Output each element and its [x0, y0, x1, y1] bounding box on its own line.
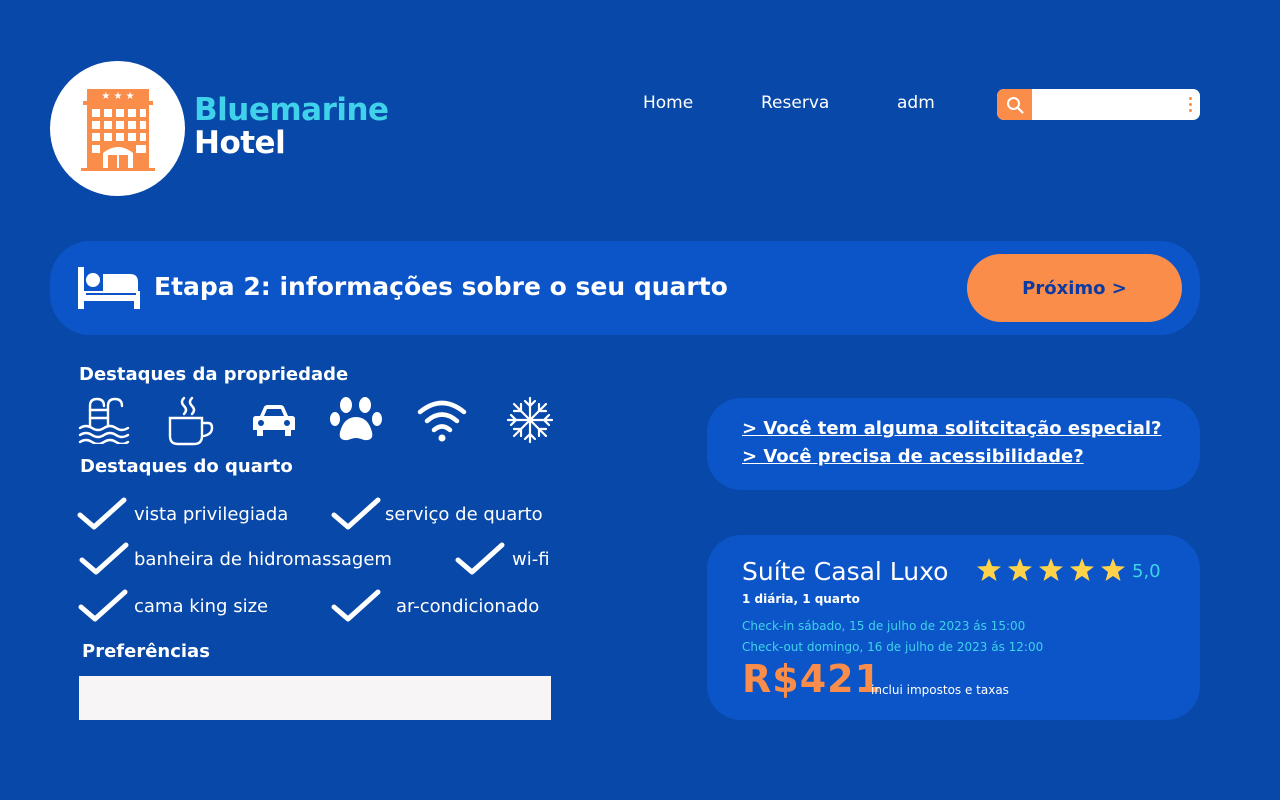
amenity-item: banheira de hidromassagem	[79, 542, 392, 576]
nav-adm-link[interactable]: adm	[897, 93, 935, 113]
svg-text:★ ★ ★: ★ ★ ★	[101, 91, 134, 102]
amenity-item: cama king size	[78, 589, 268, 623]
special-requests-card: > Você tem alguma solitcitação especial?…	[707, 398, 1200, 490]
search-input[interactable]	[1033, 89, 1183, 120]
paw-icon	[330, 397, 382, 441]
star-icon	[1008, 558, 1032, 581]
star-rating	[977, 558, 1125, 581]
amenity-label: ar-condicionado	[396, 595, 540, 617]
hotel-building-icon: ★ ★ ★	[80, 88, 155, 171]
search-button[interactable]	[997, 89, 1032, 120]
snowflake-icon	[506, 396, 554, 444]
room-summary: 1 diária, 1 quarto	[742, 592, 860, 606]
coffee-icon	[168, 396, 214, 446]
checkin-info: Check-in sábado, 15 de julho de 2023 ás …	[742, 619, 1026, 633]
bed-icon	[78, 267, 140, 309]
amenity-label: wi-fi	[512, 548, 550, 570]
wifi-icon	[417, 400, 467, 442]
checkout-info: Check-out domingo, 16 de julho de 2023 á…	[742, 640, 1044, 654]
checkmark-icon	[77, 497, 127, 530]
preferences-input[interactable]	[79, 676, 551, 720]
brand-line-2: Hotel	[194, 125, 286, 161]
property-highlights-icons	[78, 396, 558, 446]
checkmark-icon	[455, 542, 505, 575]
amenity-label: serviço de quarto	[385, 503, 543, 525]
amenity-item: serviço de quarto	[331, 497, 543, 531]
amenity-label: banheira de hidromassagem	[134, 548, 392, 570]
amenity-label: cama king size	[134, 595, 269, 617]
car-icon	[253, 405, 295, 436]
checkmark-icon	[331, 589, 381, 622]
search-bar	[997, 89, 1200, 120]
hotel-logo[interactable]: ★ ★ ★	[50, 61, 185, 196]
room-summary-card: Suíte Casal Luxo 5,0 1 diária, 1 quarto …	[707, 535, 1200, 720]
preferences-heading: Preferências	[82, 641, 210, 662]
amenity-item: wi-fi	[455, 542, 550, 576]
star-icon	[977, 558, 1001, 581]
accessibility-link[interactable]: > Você precisa de acessibilidade?	[742, 446, 1084, 467]
property-highlights-heading: Destaques da propriedade	[79, 364, 349, 385]
price-note: inclui impostos e taxas	[871, 683, 1009, 697]
step-banner: Etapa 2: informações sobre o seu quarto …	[50, 241, 1200, 335]
special-request-link[interactable]: > Você tem alguma solitcitação especial?	[742, 418, 1162, 439]
star-icon	[1101, 558, 1125, 581]
amenity-item: vista privilegiada	[77, 497, 288, 531]
brand-line-1: Bluemarine	[194, 92, 389, 128]
room-price: R$421	[742, 657, 883, 701]
amenity-item: ar-condicionado	[331, 589, 539, 623]
star-icon	[1039, 558, 1063, 581]
nav-reserva-link[interactable]: Reserva	[761, 93, 829, 113]
search-icon	[1006, 96, 1024, 114]
rating-value: 5,0	[1132, 561, 1161, 582]
brand-name: Bluemarine Hotel	[194, 94, 389, 160]
nav-home-link[interactable]: Home	[643, 93, 693, 113]
page: ★ ★ ★ Bluemarine Hotel Home Reserva adm	[0, 0, 1280, 800]
next-button[interactable]: Próximo >	[967, 254, 1182, 322]
room-name: Suíte Casal Luxo	[742, 557, 949, 586]
star-icon	[1070, 558, 1094, 581]
checkmark-icon	[79, 542, 129, 575]
pool-icon	[78, 397, 130, 444]
amenity-label: vista privilegiada	[134, 503, 289, 525]
room-highlights-heading: Destaques do quarto	[80, 456, 293, 477]
more-options-icon[interactable]	[1189, 97, 1193, 112]
checkmark-icon	[331, 497, 381, 530]
checkmark-icon	[78, 589, 128, 622]
step-title: Etapa 2: informações sobre o seu quarto	[154, 272, 728, 301]
